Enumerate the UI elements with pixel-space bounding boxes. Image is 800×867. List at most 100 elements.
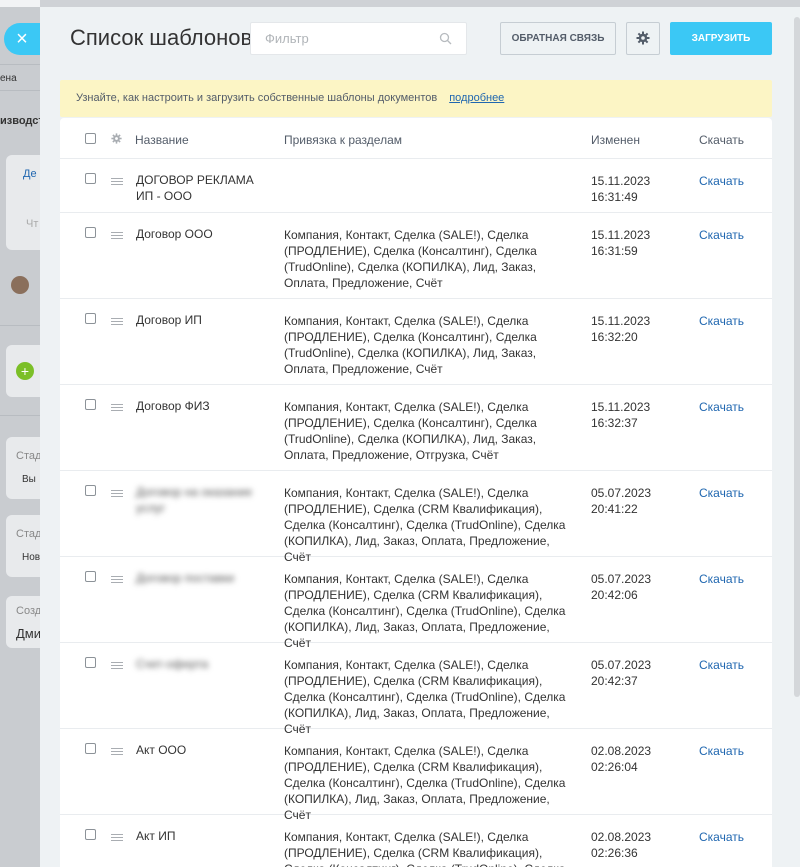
bg-text: Вы [22,474,36,485]
download-link[interactable]: Скачать [699,829,744,845]
background-page: ена изводст Де Чт + Стад Вы Стад Нов Соз… [0,0,40,867]
feedback-button[interactable]: ОБРАТНАЯ СВЯЗЬ [500,22,616,55]
table-row[interactable]: Договор ФИЗ Компания, Контакт, Сделка (S… [60,385,772,471]
search-icon[interactable] [439,32,452,45]
drag-handle-icon[interactable] [111,576,123,585]
header: Список шаблонов ОБРАТНАЯ СВЯЗЬ [40,7,800,79]
template-sections: Компания, Контакт, Сделка (SALE!), Сделк… [284,486,566,564]
bg-text: ена [0,73,17,84]
template-sections: Компания, Контакт, Сделка (SALE!), Сделк… [284,658,566,736]
scrollbar[interactable] [794,17,800,697]
template-changed: 02.08.2023 02:26:36 [591,830,652,860]
drag-handle-icon[interactable] [111,490,123,499]
row-checkbox[interactable] [85,485,96,496]
plus-icon[interactable]: + [16,362,34,380]
download-link[interactable]: Скачать [699,173,744,189]
bg-divider [0,325,40,326]
drag-handle-icon[interactable] [111,662,123,671]
template-name: ДОГОВОР РЕКЛАМА ИП - ООО [136,173,254,203]
table-header: Название Привязка к разделам Изменен Ска… [60,118,772,159]
gear-icon[interactable] [111,133,122,144]
template-sections: Компания, Контакт, Сделка (SALE!), Сделк… [284,314,537,376]
drag-handle-icon[interactable] [111,232,123,241]
row-checkbox[interactable] [85,829,96,840]
download-link[interactable]: Скачать [699,399,744,415]
column-header-sections[interactable]: Привязка к разделам [284,133,402,147]
template-changed: 15.11.2023 16:31:59 [591,228,651,258]
row-checkbox[interactable] [85,571,96,582]
row-checkbox[interactable] [85,313,96,324]
close-button[interactable]: × [4,23,40,55]
table-row[interactable]: Акт ООО Компания, Контакт, Сделка (SALE!… [60,729,772,822]
bg-text: Стад [16,528,40,540]
bg-tab[interactable]: Де [23,168,37,180]
download-link[interactable]: Скачать [699,743,744,759]
table-row[interactable]: Договор ООО Компания, Контакт, Сделка (S… [60,213,772,299]
more-link[interactable]: подробнее [449,92,504,104]
template-sections: Компания, Контакт, Сделка (SALE!), Сделк… [284,400,537,462]
column-header-download: Скачать [699,133,744,147]
filter-input[interactable] [251,23,431,54]
page-title: Список шаблонов [70,25,253,50]
template-name: Договор поставки [136,571,235,585]
template-name: Договор ООО [136,227,213,241]
bg-text: Нов [22,552,40,563]
bg-divider [0,64,40,65]
table-row[interactable]: ДОГОВОР РЕКЛАМА ИП - ООО 15.11.2023 16:31… [60,159,772,213]
table-row[interactable]: Договор ИП Компания, Контакт, Сделка (SA… [60,299,772,385]
gear-icon [636,31,650,45]
template-changed: 02.08.2023 02:26:04 [591,744,652,774]
template-name: Акт ИП [136,829,176,843]
template-changed: 15.11.2023 16:32:20 [591,314,651,344]
bg-input[interactable]: Чт [26,218,38,230]
bg-text: Стад [16,450,40,462]
upload-button[interactable]: ЗАГРУЗИТЬ [670,22,772,55]
row-checkbox[interactable] [85,743,96,754]
row-checkbox[interactable] [85,227,96,238]
info-notice: Узнайте, как настроить и загрузить собст… [60,80,772,117]
bg-text: Дми [16,626,40,641]
filter-field[interactable] [250,22,467,55]
column-header-changed[interactable]: Изменен [591,133,640,147]
template-changed: 05.07.2023 20:42:06 [591,572,652,602]
download-link[interactable]: Скачать [699,313,744,329]
table-row[interactable]: Договор на оказание услуг Компания, Конт… [60,471,772,564]
template-name: Счет-оферта [136,657,209,671]
download-link[interactable]: Скачать [699,571,744,587]
column-header-name[interactable]: Название [135,133,189,147]
template-changed: 05.07.2023 20:41:22 [591,486,652,516]
drag-handle-icon[interactable] [111,834,123,843]
template-sections: Компания, Контакт, Сделка (SALE!), Сделк… [284,228,537,290]
download-link[interactable]: Скачать [699,485,744,501]
avatar[interactable] [11,276,29,294]
table-row[interactable]: Договор поставки Компания, Контакт, Сдел… [60,557,772,650]
drag-handle-icon[interactable] [111,748,123,757]
notice-text: Узнайте, как настроить и загрузить собст… [76,92,438,104]
bg-text: изводст [0,115,40,127]
bg-top-strip [0,0,40,7]
bg-divider [0,90,40,91]
template-changed: 05.07.2023 20:42:37 [591,658,652,688]
template-changed: 15.11.2023 16:32:37 [591,400,651,430]
templates-table: Название Привязка к разделам Изменен Ска… [60,118,772,867]
drag-handle-icon[interactable] [111,178,123,187]
download-link[interactable]: Скачать [699,657,744,673]
templates-slider: Список шаблонов ОБРАТНАЯ СВЯЗЬ [40,7,800,867]
drag-handle-icon[interactable] [111,404,123,413]
drag-handle-icon[interactable] [111,318,123,327]
settings-button[interactable] [626,22,660,55]
bg-text: Созд [16,605,40,617]
bg-card [6,437,40,499]
row-checkbox[interactable] [85,657,96,668]
template-name: Договор ИП [136,313,202,327]
template-sections: Компания, Контакт, Сделка (SALE!), Сделк… [284,744,566,822]
row-checkbox[interactable] [85,399,96,410]
template-sections: Компания, Контакт, Сделка (SALE!), Сделк… [284,830,565,867]
table-row[interactable]: Счет-оферта Компания, Контакт, Сделка (S… [60,643,772,736]
template-name: Договор ФИЗ [136,399,210,413]
select-all-checkbox[interactable] [85,133,96,144]
download-link[interactable]: Скачать [699,227,744,243]
row-checkbox[interactable] [85,173,96,184]
template-sections: Компания, Контакт, Сделка (SALE!), Сделк… [284,572,566,650]
table-row[interactable]: Акт ИП Компания, Контакт, Сделка (SALE!)… [60,815,772,867]
